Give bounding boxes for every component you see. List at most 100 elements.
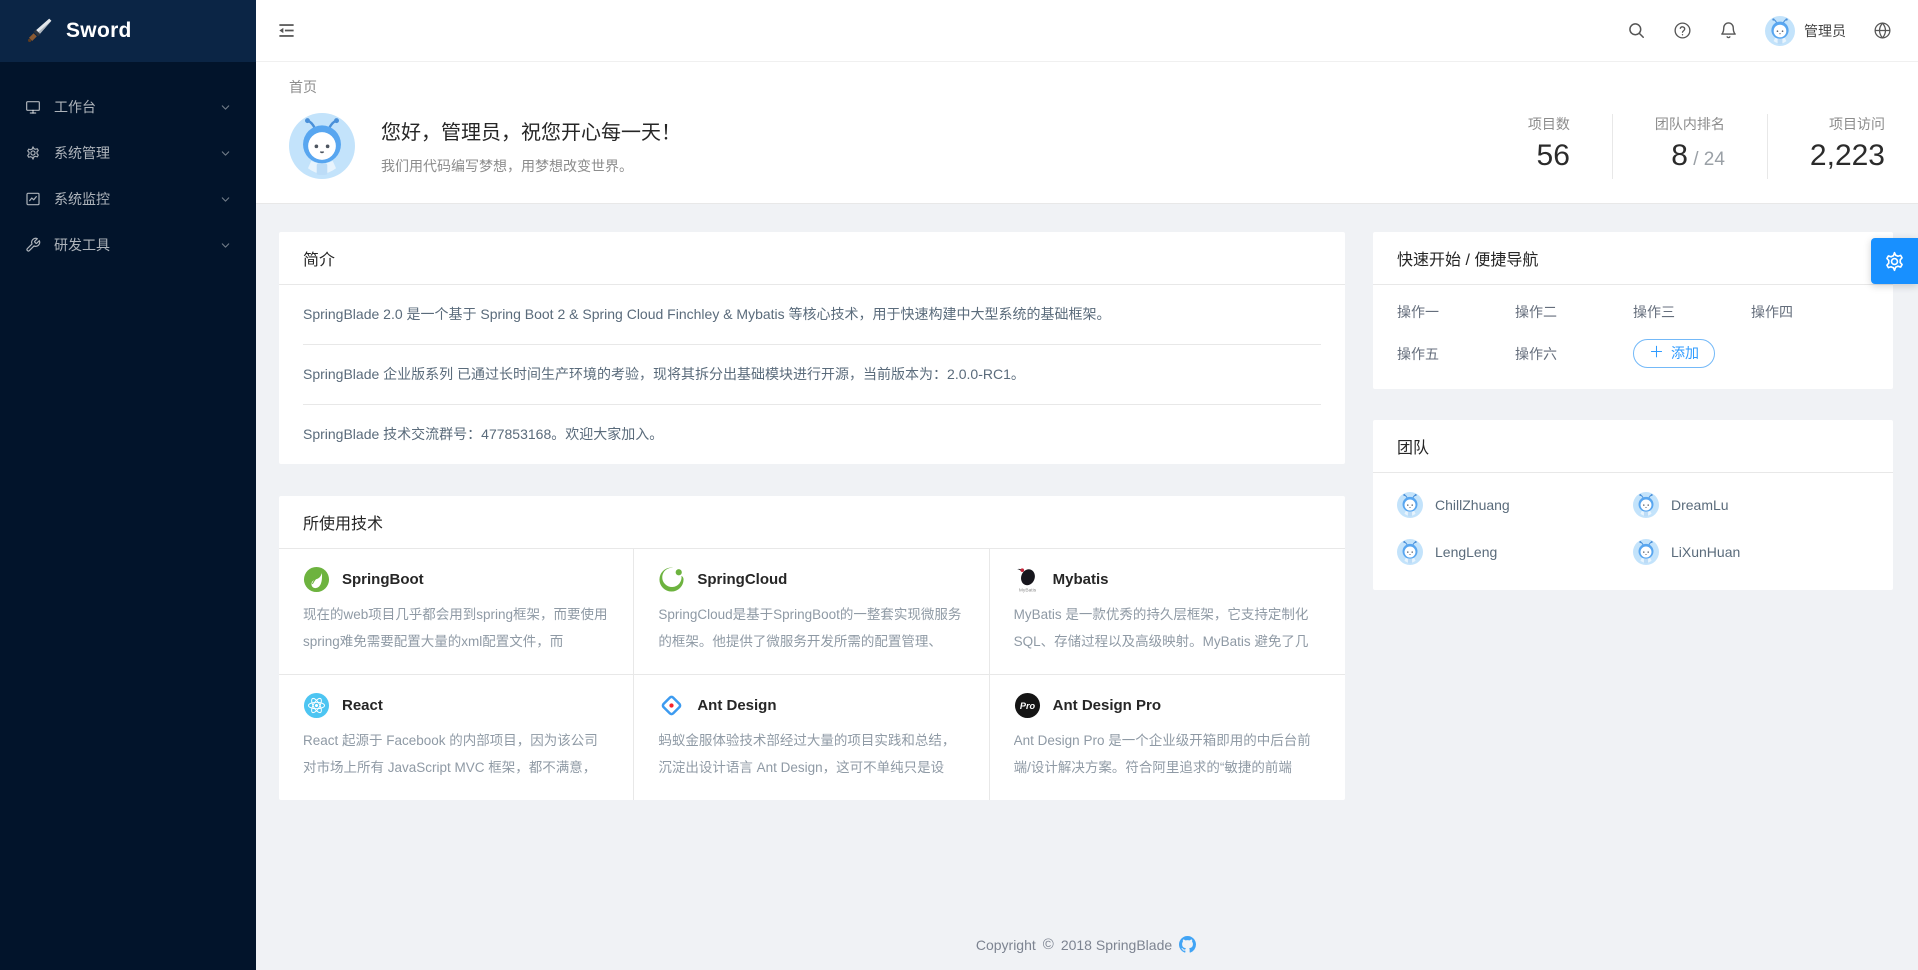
tech-cell-springcloud: SpringCloud SpringCloud是基于SpringBoot的一整套… bbox=[634, 549, 989, 675]
team-member-chillzhuang[interactable]: ChillZhuang bbox=[1397, 492, 1633, 518]
stat-value: 56 bbox=[1537, 139, 1570, 172]
tech-description: SpringCloud是基于SpringBoot的一整套实现微服务的框架。他提供… bbox=[658, 601, 964, 655]
page-header: 首页 您好，管理员，祝您开心每一天！ 我们用代码编写梦想，用梦想改变世界。 项目… bbox=[256, 62, 1918, 204]
tech-description: 蚂蚁金服体验技术部经过大量的项目实践和总结，沉淀出设计语言 Ant Design… bbox=[658, 727, 964, 781]
sidebar-item-system-admin[interactable]: 系统管理 bbox=[0, 130, 256, 176]
plus-icon: ＋ bbox=[1649, 346, 1664, 360]
quick-link-5[interactable]: 操作五 bbox=[1397, 344, 1515, 364]
intro-card: 简介 SpringBlade 2.0 是一个基于 Spring Boot 2 &… bbox=[279, 232, 1345, 464]
language-button[interactable] bbox=[1873, 21, 1892, 40]
team-member-lengleng[interactable]: LengLeng bbox=[1397, 539, 1633, 565]
sidebar-item-workbench[interactable]: 工作台 bbox=[0, 84, 256, 130]
menu-fold-icon bbox=[277, 21, 296, 40]
sidebar-collapse-button[interactable] bbox=[256, 0, 316, 62]
footer-copyright-text: Copyright bbox=[976, 937, 1036, 953]
tech-card-title: 所使用技术 bbox=[279, 496, 1345, 549]
stat-value: 8 bbox=[1671, 139, 1688, 172]
tech-description: MyBatis 是一款优秀的持久层框架，它支持定制化 SQL、存储过程以及高级映… bbox=[1014, 601, 1321, 655]
tech-name: Ant Design Pro bbox=[1053, 697, 1161, 714]
member-name: ChillZhuang bbox=[1435, 497, 1510, 513]
tech-name: Mybatis bbox=[1053, 571, 1109, 588]
gear-icon bbox=[25, 145, 41, 161]
stat-projects: 项目数 56 bbox=[1486, 114, 1613, 179]
chevron-down-icon bbox=[220, 102, 231, 113]
topbar-actions: 管理员 bbox=[1627, 16, 1918, 46]
help-button[interactable] bbox=[1673, 21, 1692, 40]
ant-design-icon bbox=[658, 692, 685, 719]
member-name: DreamLu bbox=[1671, 497, 1729, 513]
quick-links: 操作一 操作二 操作三 操作四 操作五 操作六 ＋ 添加 bbox=[1373, 285, 1893, 389]
stat-team-rank: 团队内排名 8 / 24 bbox=[1613, 114, 1768, 179]
content-right-column: 快速开始 / 便捷导航 操作一 操作二 操作三 操作四 操作五 操作六 ＋ 添加 bbox=[1373, 232, 1893, 590]
quick-link-6[interactable]: 操作六 bbox=[1515, 344, 1633, 364]
welcome-subtitle: 我们用代码编写梦想，用梦想改变世界。 bbox=[381, 156, 681, 176]
tech-name: SpringCloud bbox=[697, 571, 787, 588]
sidebar-item-dev-tools[interactable]: 研发工具 bbox=[0, 222, 256, 268]
quick-start-title: 快速开始 / 便捷导航 bbox=[1373, 232, 1893, 285]
quick-link-1[interactable]: 操作一 bbox=[1397, 302, 1515, 322]
sidebar-item-label: 工作台 bbox=[54, 97, 207, 117]
user-avatar bbox=[1765, 16, 1795, 46]
welcome-title: 您好，管理员，祝您开心每一天！ bbox=[381, 116, 681, 145]
sidebar-item-label: 系统监控 bbox=[54, 189, 207, 209]
tech-description: 现在的web项目几乎都会用到spring框架，而要使用spring难免需要配置大… bbox=[303, 601, 609, 655]
stat-label: 团队内排名 bbox=[1655, 114, 1725, 134]
github-link[interactable] bbox=[1179, 936, 1196, 953]
tech-cell-ant-design: Ant Design 蚂蚁金服体验技术部经过大量的项目实践和总结，沉淀出设计语言… bbox=[634, 675, 989, 800]
springcloud-icon bbox=[658, 566, 685, 593]
chevron-down-icon bbox=[220, 240, 231, 251]
ant-design-pro-icon bbox=[1014, 692, 1041, 719]
welcome-avatar bbox=[289, 113, 355, 179]
gear-icon bbox=[1883, 250, 1906, 273]
content: 简介 SpringBlade 2.0 是一个基于 Spring Boot 2 &… bbox=[256, 204, 1918, 970]
user-menu[interactable]: 管理员 bbox=[1765, 16, 1846, 46]
tech-name: SpringBoot bbox=[342, 571, 424, 588]
tech-description: Ant Design Pro 是一个企业级开箱即用的中后台前端/设计解决方案。符… bbox=[1014, 727, 1321, 781]
sidebar: Sword 工作台 系统管理 系统监控 研发工具 bbox=[0, 0, 256, 970]
notifications-button[interactable] bbox=[1719, 21, 1738, 40]
chevron-down-icon bbox=[220, 194, 231, 205]
footer-brand-text: 2018 SpringBlade bbox=[1061, 937, 1172, 953]
team-member-lixunhuan[interactable]: LiXunHuan bbox=[1633, 539, 1869, 565]
breadcrumb-home[interactable]: 首页 bbox=[289, 77, 317, 97]
sidebar-item-label: 研发工具 bbox=[54, 235, 207, 255]
member-avatar bbox=[1397, 539, 1423, 565]
stat-suffix: / 24 bbox=[1688, 149, 1725, 170]
add-button[interactable]: ＋ 添加 bbox=[1633, 339, 1715, 368]
team-members: ChillZhuang DreamLu LengLeng bbox=[1373, 473, 1893, 590]
quick-start-card: 快速开始 / 便捷导航 操作一 操作二 操作三 操作四 操作五 操作六 ＋ 添加 bbox=[1373, 232, 1893, 389]
sidebar-menu: 工作台 系统管理 系统监控 研发工具 bbox=[0, 62, 256, 268]
question-circle-icon bbox=[1673, 21, 1692, 40]
quick-link-3[interactable]: 操作三 bbox=[1633, 302, 1751, 322]
app-root: Sword 工作台 系统管理 系统监控 研发工具 bbox=[0, 0, 1918, 970]
monitor-chart-icon bbox=[25, 191, 41, 207]
tech-cell-react: React React 起源于 Facebook 的内部项目，因为该公司对市场上… bbox=[279, 675, 634, 800]
stat-project-visits: 项目访问 2,223 bbox=[1768, 114, 1886, 179]
tech-description: React 起源于 Facebook 的内部项目，因为该公司对市场上所有 Jav… bbox=[303, 727, 609, 781]
add-button-label: 添加 bbox=[1671, 343, 1699, 363]
member-avatar bbox=[1397, 492, 1423, 518]
app-logo[interactable]: Sword bbox=[0, 0, 256, 62]
team-member-dreamlu[interactable]: DreamLu bbox=[1633, 492, 1869, 518]
main-area: 管理员 首页 您好，管理员，祝您开心每一天！ 我们用代码编写梦想，用梦想改变世界… bbox=[256, 0, 1918, 970]
tech-name: React bbox=[342, 697, 383, 714]
intro-paragraph: SpringBlade 企业版系列 已通过长时间生产环境的考验，现将其拆分出基础… bbox=[303, 345, 1321, 405]
tech-cell-mybatis: Mybatis MyBatis 是一款优秀的持久层框架，它支持定制化 SQL、存… bbox=[990, 549, 1345, 675]
sidebar-item-system-monitor[interactable]: 系统监控 bbox=[0, 176, 256, 222]
search-button[interactable] bbox=[1627, 21, 1646, 40]
copyright-icon: © bbox=[1043, 936, 1054, 953]
topbar: 管理员 bbox=[256, 0, 1918, 62]
springboot-icon bbox=[303, 566, 330, 593]
tech-grid: SpringBoot 现在的web项目几乎都会用到spring框架，而要使用sp… bbox=[279, 549, 1345, 800]
quick-link-2[interactable]: 操作二 bbox=[1515, 302, 1633, 322]
stats-block: 项目数 56 团队内排名 8 / 24 项目访问 2,223 bbox=[1486, 114, 1886, 179]
settings-fab-button[interactable] bbox=[1871, 238, 1918, 284]
mybatis-icon bbox=[1014, 566, 1041, 593]
content-left-column: 简介 SpringBlade 2.0 是一个基于 Spring Boot 2 &… bbox=[279, 232, 1345, 800]
stat-label: 项目访问 bbox=[1810, 114, 1885, 134]
tech-card: 所使用技术 SpringBoot 现在的web项目几乎都会用到spring框架，… bbox=[279, 496, 1345, 800]
member-avatar bbox=[1633, 492, 1659, 518]
quick-link-4[interactable]: 操作四 bbox=[1751, 302, 1869, 322]
tech-cell-springboot: SpringBoot 现在的web项目几乎都会用到spring框架，而要使用sp… bbox=[279, 549, 634, 675]
team-card: 团队 ChillZhuang DreamLu bbox=[1373, 420, 1893, 590]
